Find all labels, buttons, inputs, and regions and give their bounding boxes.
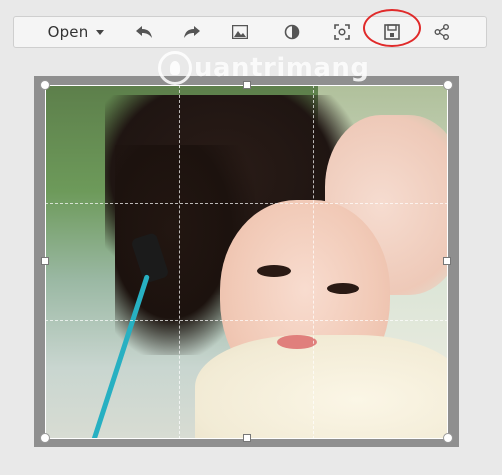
focus-icon [334,24,350,40]
edited-photo [45,85,448,439]
share-icon [434,24,449,40]
save-icon [384,24,400,40]
redo-icon [184,26,200,38]
open-menu-button[interactable]: Open [40,17,112,47]
photo-lips [277,335,317,349]
focus-button[interactable] [328,17,356,47]
open-label: Open [47,23,89,41]
editor-toolbar: Open [13,16,487,48]
crop-handle-bottom-right[interactable] [443,433,453,443]
photo-eye-left [257,265,291,277]
share-button[interactable] [428,17,456,47]
redo-button[interactable] [178,17,206,47]
crop-handle-bottom-left[interactable] [40,433,50,443]
undo-button[interactable] [130,17,158,47]
contrast-icon [284,24,300,40]
crop-handle-top-right[interactable] [443,80,453,90]
chevron-down-icon [96,29,105,35]
image-adjust-button[interactable] [226,17,254,47]
crop-handle-left[interactable] [41,257,49,265]
crop-handle-bottom[interactable] [243,434,251,442]
save-button[interactable] [378,17,406,47]
crop-handle-right[interactable] [443,257,451,265]
undo-icon [136,26,152,38]
crop-handle-top-left[interactable] [40,80,50,90]
photo-shirt [195,335,448,439]
photo-eye-right [327,283,359,294]
crop-handle-top[interactable] [243,81,251,89]
contrast-button[interactable] [278,17,306,47]
image-icon [232,25,248,39]
